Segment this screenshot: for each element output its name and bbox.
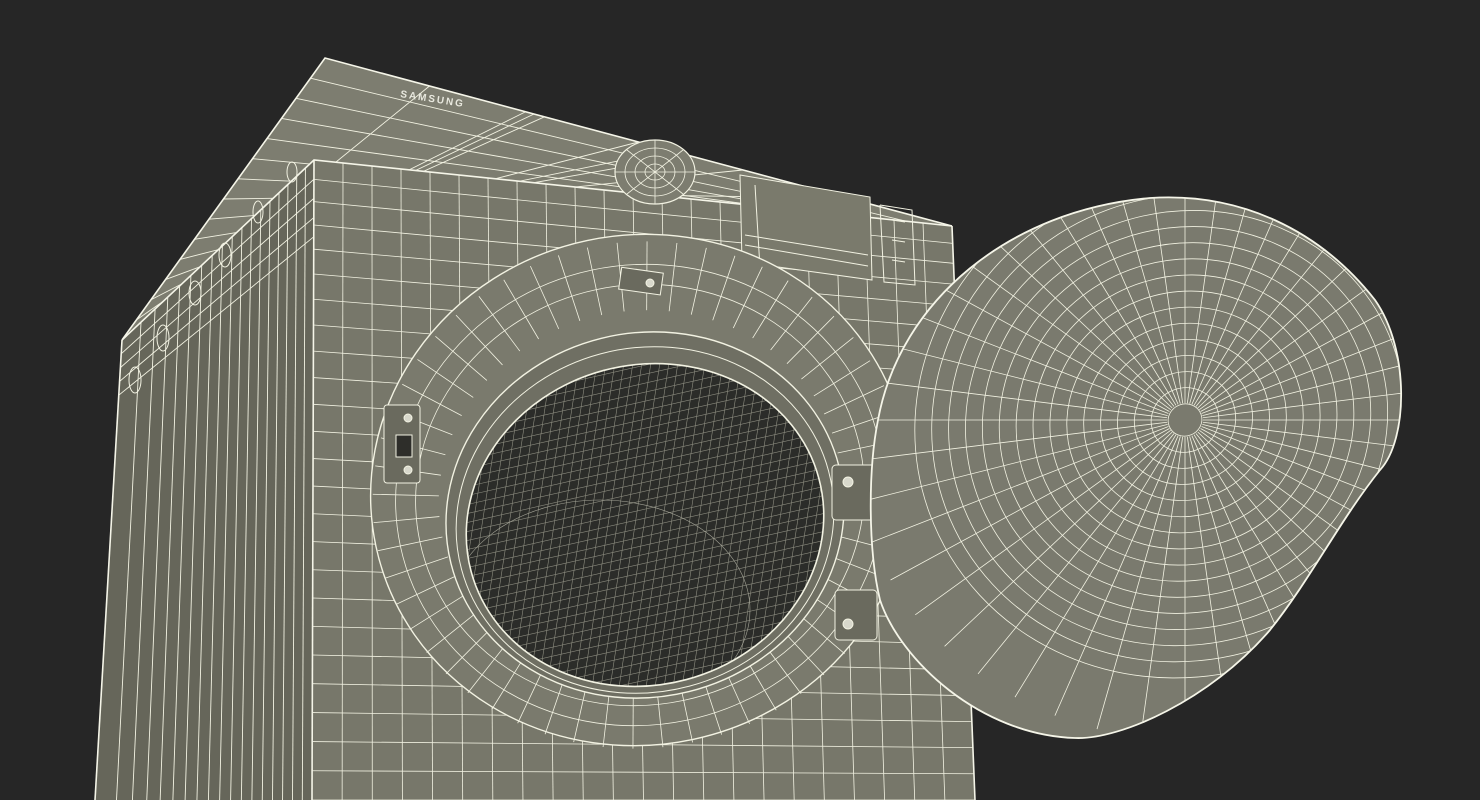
control-dial[interactable] <box>614 139 696 205</box>
open-door-panel[interactable] <box>842 86 1480 753</box>
door-hinge-lower <box>834 589 878 641</box>
wireframe-washing-machine-render: SAMSUNG <box>94 57 1480 800</box>
door-latch <box>383 404 421 484</box>
